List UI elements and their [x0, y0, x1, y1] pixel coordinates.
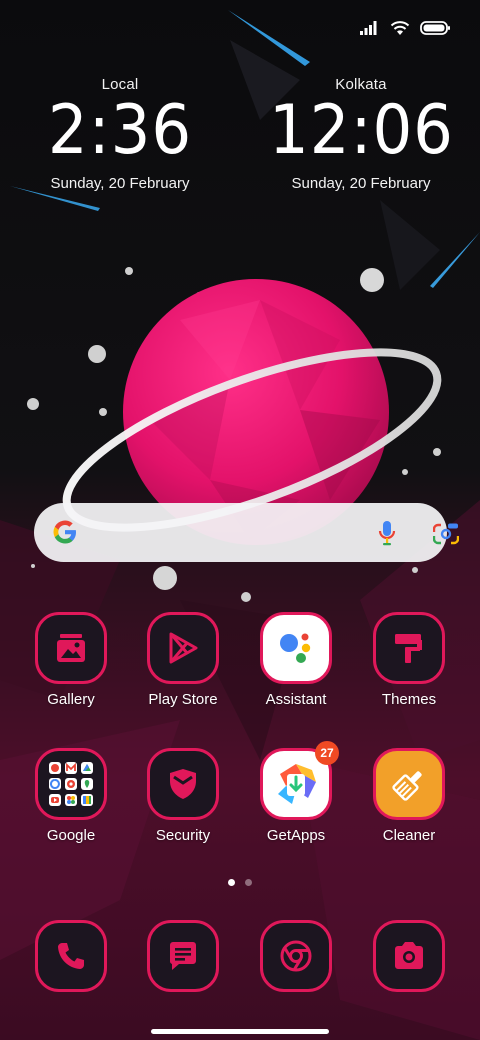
page-indicator [228, 879, 252, 886]
getapps-icon: 27 [260, 741, 339, 820]
cleaner-icon [373, 748, 445, 820]
battery-icon [420, 21, 450, 35]
dock-camera[interactable] [353, 920, 465, 992]
app-label: Security [155, 827, 211, 844]
gallery-icon [35, 612, 107, 684]
app-themes[interactable]: Themes [353, 612, 465, 708]
clock-time: 2:36 [47, 91, 193, 170]
app-label: Themes [381, 691, 437, 708]
wifi-icon [390, 20, 410, 36]
play-store-icon [147, 612, 219, 684]
camera-icon [373, 920, 445, 992]
dock-messages[interactable] [127, 920, 239, 992]
app-play-store[interactable]: Play Store [127, 612, 239, 708]
app-cleaner[interactable]: Cleaner [353, 748, 465, 844]
app-label: Assistant [265, 691, 327, 708]
clock-kolkata[interactable]: Kolkata 12:06 Sunday, 20 February [261, 76, 461, 192]
themes-icon [373, 612, 445, 684]
app-label: Cleaner [382, 827, 436, 844]
security-icon [147, 748, 219, 820]
phone-icon [35, 920, 107, 992]
status-bar [360, 18, 450, 38]
app-gallery[interactable]: Gallery [15, 612, 127, 708]
google-g-icon [51, 518, 79, 546]
app-assistant[interactable]: Assistant [240, 612, 352, 708]
clock-date: Sunday, 20 February [50, 175, 190, 192]
google-lens-icon[interactable] [432, 522, 460, 551]
google-search-bar[interactable] [34, 503, 460, 562]
google-folder-icon [35, 748, 107, 820]
app-getapps[interactable]: 27 GetApps [240, 741, 352, 844]
app-google-folder[interactable]: Google [15, 748, 127, 844]
assistant-icon [260, 612, 332, 684]
app-security[interactable]: Security [127, 748, 239, 844]
page-dot-2 [245, 879, 252, 886]
app-label: Gallery [47, 691, 95, 708]
app-label: Google [46, 827, 96, 844]
app-label: GetApps [266, 827, 326, 844]
home-indicator[interactable] [151, 1029, 329, 1034]
app-label: Play Store [148, 691, 218, 708]
page-dot-1 [228, 879, 235, 886]
notification-badge: 27 [315, 741, 339, 765]
chrome-icon [260, 920, 332, 992]
dock-chrome[interactable] [240, 920, 352, 992]
dock-phone[interactable] [15, 920, 127, 992]
signal-bars-icon [360, 21, 380, 35]
messages-icon [147, 920, 219, 992]
clock-time: 12:06 [269, 91, 454, 170]
clock-date: Sunday, 20 February [291, 175, 431, 192]
clock-local[interactable]: Local 2:36 Sunday, 20 February [20, 76, 220, 192]
microphone-icon[interactable] [377, 520, 397, 551]
